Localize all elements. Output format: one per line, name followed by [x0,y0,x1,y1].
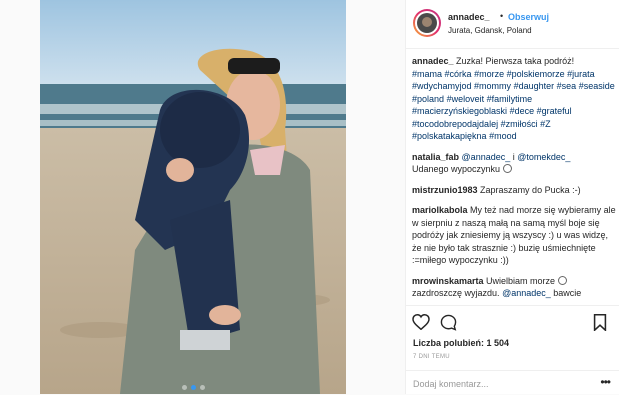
hashtag-link[interactable]: #tocodobrepodajdalej [412,119,498,129]
hashtag-link[interactable]: #mama [412,69,442,79]
action-bar [406,305,619,340]
follow-button[interactable]: Obserwuj [508,12,549,22]
hashtag-link[interactable]: #zmiłości [501,119,538,129]
post-header: annadec_ • Obserwuj Jurata, Gdansk, Pola… [406,0,619,49]
hashtag-link[interactable]: #sea [557,81,577,91]
caption-hashtags: #mama #córka #morze #polskiemorze #jurat… [412,69,615,142]
comment-text: i [512,151,515,162]
hashtag-link[interactable]: #jurata [567,69,595,79]
caption: annadec_ Zuzka! Pierwsza taka podróż! #m… [412,55,616,143]
hashtag-link[interactable]: #weloveit [447,94,485,104]
smiley-emoji-icon [502,164,512,173]
hashtag-link[interactable]: #polskiemorze [507,69,565,79]
hashtag-link[interactable]: #grateful [537,106,572,116]
grin-emoji-icon [557,275,567,285]
photo-mother-child-beach [40,0,346,394]
hashtag-link[interactable]: #morze [474,69,504,79]
mention-link[interactable]: @annadec_ [462,152,511,162]
post-side-panel: annadec_ • Obserwuj Jurata, Gdansk, Pola… [405,0,619,394]
post-photo[interactable] [40,0,346,394]
username-link[interactable]: annadec_ [448,12,490,22]
comment-username[interactable]: mariolkabola [412,205,468,215]
caption-text: Zuzka! Pierwsza taka podróż! [456,56,575,66]
comment-text: bawcie [553,288,582,298]
comment-username[interactable]: mrowinskamarta [412,276,484,286]
comment: mrowinskamarta Uwielbiam morze zazdroszc… [412,275,616,300]
comment-text: Zapraszamy do Pucka :-) [480,184,581,195]
hashtag-link[interactable]: #macierzyńskiegoblaski [412,106,507,116]
add-comment-input[interactable]: Dodaj komentarz... [413,379,489,389]
comment: mariolkabola My też nad morze się wybier… [412,204,616,267]
likes-count[interactable]: Liczba polubień: 1 504 [413,338,509,348]
comment-username[interactable]: natalia_fab [412,152,459,162]
hashtag-link[interactable]: #daughter [514,81,555,91]
hashtag-link[interactable]: #mommy [474,81,511,91]
add-comment-bar: Dodaj komentarz... ••• [406,370,619,395]
hashtag-link[interactable]: #familytime [487,94,533,104]
comment: natalia_fab @annadec_ i @tomekdec_ Udane… [412,151,616,176]
carousel-dot[interactable] [181,385,187,390]
carousel-indicator [40,385,346,390]
more-options-icon[interactable]: ••• [600,375,611,389]
comment-text: Udanego wypoczynku [412,164,501,174]
mention-link[interactable]: @tomekdec_ [517,152,570,162]
comment-text: Uwielbiam morze [486,275,556,286]
carousel-dot[interactable] [199,385,205,390]
comment-text: zazdroszczę wyjazdu. [412,288,500,298]
hashtag-link[interactable]: #Z [540,119,551,129]
hashtag-link[interactable]: #mood [489,131,517,141]
avatar-image [417,13,437,33]
comments-list[interactable]: annadec_ Zuzka! Pierwsza taka podróż! #m… [412,55,616,305]
comment-icon[interactable] [440,314,457,331]
comment-username[interactable]: mistrzunio1983 [412,185,478,195]
hashtag-link[interactable]: #córka [445,69,472,79]
carousel-dot[interactable] [190,385,196,390]
location-link[interactable]: Jurata, Gdansk, Poland [448,26,532,35]
separator-dot: • [500,11,504,21]
hashtag-link[interactable]: #poland [412,94,444,104]
comment: mistrzunio1983 Zapraszamy do Pucka :-) [412,184,616,197]
hashtag-link[interactable]: #seaside [579,81,615,91]
hashtag-link[interactable]: #wdychamyjod [412,81,472,91]
mention-link[interactable]: @annadec_ [502,288,551,298]
hashtag-link[interactable]: #dece [510,106,535,116]
bookmark-icon[interactable] [593,314,607,331]
heart-icon[interactable] [412,314,430,330]
hashtag-link[interactable]: #polskatakapiękna [412,131,487,141]
avatar[interactable] [413,9,441,37]
post-time[interactable]: 7 DNI TEMU [413,354,450,360]
caption-username[interactable]: annadec_ [412,56,454,66]
